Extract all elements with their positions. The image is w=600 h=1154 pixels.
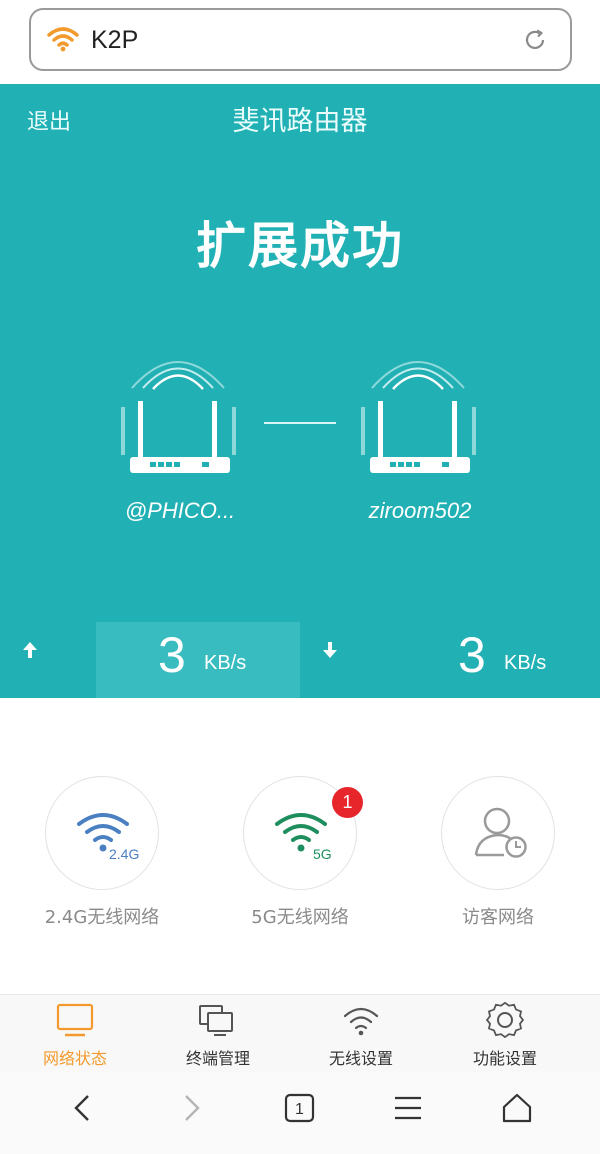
download-speed-unit: KB/s: [504, 652, 547, 674]
tab-function-settings[interactable]: 功能设置: [430, 995, 580, 1073]
page-title: 斐讯路由器: [232, 106, 368, 137]
network-card-5g[interactable]: 5G 1 5G无线网络: [243, 776, 363, 928]
url-text[interactable]: K2P: [91, 26, 138, 55]
reload-icon[interactable]: [522, 27, 548, 57]
tab-network-status[interactable]: 网络状态: [0, 995, 150, 1073]
download-arrow-icon: [322, 640, 338, 664]
upload-arrow-icon: [22, 640, 38, 664]
speed-highlight: [96, 622, 300, 698]
upload-speed-unit: KB/s: [204, 652, 247, 674]
monitor-icon: [56, 1003, 94, 1037]
download-speed-value: 3: [458, 627, 486, 683]
forward-icon[interactable]: [178, 1092, 206, 1128]
upload-speed-value: 3: [158, 627, 186, 683]
network-label-guest: 访客网络: [462, 907, 534, 928]
tab-wireless-settings[interactable]: 无线设置: [286, 995, 436, 1073]
connection-line: [264, 422, 336, 424]
svg-text:2.4G: 2.4G: [109, 846, 139, 862]
svg-text:1: 1: [295, 1101, 304, 1118]
devices-icon: [199, 1005, 233, 1036]
tab-label: 功能设置: [472, 1049, 537, 1068]
gear-icon: [485, 1002, 525, 1039]
home-icon[interactable]: [501, 1092, 533, 1128]
app-tab-bar: 网络状态 终端管理 无线设置 功能设置: [0, 994, 600, 1072]
tab-label: 网络状态: [42, 1049, 107, 1068]
local-router-name: ziroom502: [368, 498, 472, 523]
local-router-icon: [358, 339, 482, 479]
network-label-5g: 5G无线网络: [251, 907, 349, 928]
wifi-5g-button[interactable]: 5G 1: [243, 776, 363, 890]
guest-network-button[interactable]: [441, 776, 555, 890]
tabs-count-button[interactable]: 1: [284, 1092, 316, 1128]
back-icon[interactable]: [68, 1092, 96, 1128]
tab-label: 无线设置: [328, 1049, 393, 1068]
svg-text:5G: 5G: [313, 846, 332, 862]
network-card-guest[interactable]: 访客网络: [441, 776, 555, 928]
status-panel: 退出 斐讯路由器 扩展成功 @PHICO... ziroom502 3 KB/s…: [0, 84, 600, 698]
guest-user-icon: [474, 807, 527, 858]
wifi-icon: [47, 26, 79, 56]
upstream-router-icon: [118, 339, 242, 479]
wifi-2.4g-button[interactable]: 2.4G: [45, 776, 159, 890]
browser-nav-bar: 1: [0, 1072, 600, 1154]
network-card-2.4g[interactable]: 2.4G 2.4G无线网络: [45, 776, 159, 928]
tab-device-management[interactable]: 终端管理: [143, 995, 293, 1073]
notification-badge: 1: [332, 787, 363, 818]
extend-status-headline: 扩展成功: [196, 217, 404, 275]
browser-toolbar: K2P: [0, 0, 600, 84]
wifi-2.4g-icon: 2.4G: [77, 813, 139, 862]
tab-label: 终端管理: [185, 1049, 250, 1068]
menu-icon[interactable]: [393, 1092, 423, 1128]
address-bar[interactable]: K2P: [29, 8, 572, 71]
wifi-icon: [343, 1007, 379, 1036]
speed-bar: 3 KB/s 3 KB/s: [0, 622, 600, 698]
upstream-router-name: @PHICO...: [124, 498, 236, 523]
network-label-2.4g: 2.4G无线网络: [44, 907, 160, 928]
